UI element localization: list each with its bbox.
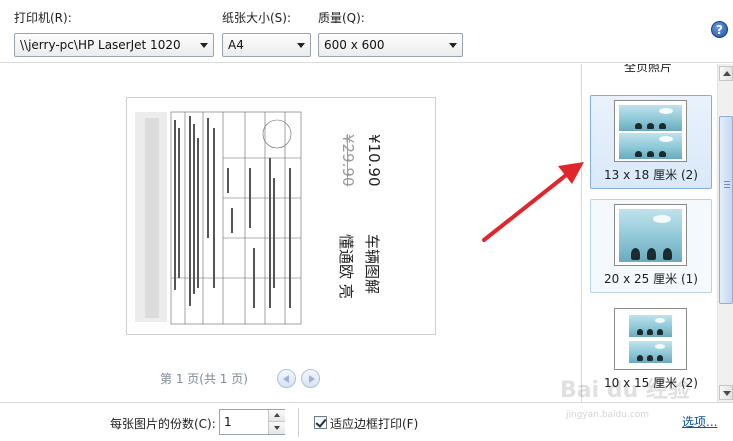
layout-option-label: 20 x 25 厘米 (1)	[604, 272, 698, 286]
layout-list: 全页照片 13 x 18 厘米 (2) 20 x 25 厘米 (1) 10 x …	[581, 64, 733, 402]
arrow-left-icon	[283, 375, 289, 383]
copies-label: 每张图片的份数(C):	[110, 417, 216, 431]
layout-category-title: 全页照片	[624, 64, 673, 74]
print-settings-toolbar: 打印机(R): \\jerry-pc\HP LaserJet 1020 纸张大小…	[0, 0, 733, 63]
layout-thumbnail	[614, 204, 687, 266]
photo-thumbnail	[629, 315, 672, 337]
layout-option-label: 10 x 15 厘米 (2)	[604, 376, 698, 390]
paper-size-label: 纸张大小(S):	[222, 11, 292, 25]
arrow-right-icon	[309, 375, 315, 383]
increment-button[interactable]	[269, 410, 285, 422]
quality-select[interactable]: 600 x 600	[318, 33, 463, 57]
scroll-up-button[interactable]	[719, 66, 733, 81]
chevron-down-icon	[449, 43, 457, 48]
printer-select[interactable]: \\jerry-pc\HP LaserJet 1020	[14, 33, 214, 57]
preview-new-price: ¥10.90	[365, 134, 383, 187]
next-page-button[interactable]	[301, 369, 320, 388]
photo-thumbnail	[619, 133, 682, 159]
annotation-arrow-icon	[482, 162, 584, 242]
previous-page-button[interactable]	[277, 369, 296, 388]
chevron-down-icon	[200, 43, 208, 48]
photo-thumbnail	[619, 105, 682, 131]
layout-list-scrollbar[interactable]	[717, 64, 733, 402]
layout-option-13x18[interactable]: 13 x 18 厘米 (2)	[590, 95, 712, 189]
scrollbar-thumb[interactable]	[719, 116, 733, 304]
divider	[298, 408, 299, 437]
arrow-down-icon	[274, 426, 280, 430]
grip-icon	[724, 181, 730, 190]
preview-title-line1: 懂通欧 亮	[337, 234, 355, 299]
quality-label: 质量(Q):	[318, 11, 365, 25]
layout-thumbnail	[614, 308, 687, 370]
arrow-down-icon	[723, 391, 731, 396]
copies-stepper[interactable]	[268, 410, 285, 434]
layout-option-10x15[interactable]: 10 x 15 厘米 (2)	[590, 303, 712, 397]
arrow-up-icon	[723, 71, 731, 76]
layout-option-20x25[interactable]: 20 x 25 厘米 (1)	[590, 199, 712, 293]
fit-to-frame-label[interactable]: 适应边框打印(F)	[330, 415, 418, 432]
quality-value: 600 x 600	[324, 38, 385, 52]
fit-to-frame-checkbox[interactable]	[314, 416, 327, 429]
options-link[interactable]: 选项...	[682, 413, 717, 430]
decrement-button[interactable]	[269, 422, 285, 434]
paper-size-value: A4	[228, 38, 244, 52]
layout-thumbnail	[614, 100, 687, 162]
photo-thumbnail	[629, 341, 672, 363]
paper-size-select[interactable]: A4	[222, 33, 311, 57]
help-icon[interactable]: ?	[711, 21, 728, 38]
printer-label: 打印机(R):	[14, 11, 72, 25]
bottom-options-bar: 每张图片的份数(C): 1 适应边框打印(F) 选项...	[0, 402, 733, 441]
page-indicator: 第 1 页(共 1 页)	[160, 372, 248, 386]
printer-value: \\jerry-pc\HP LaserJet 1020	[20, 38, 181, 52]
preview-document-image	[135, 111, 302, 325]
scroll-down-button[interactable]	[719, 385, 733, 400]
photo-thumbnail	[619, 209, 682, 262]
arrow-up-icon	[274, 413, 280, 417]
preview-old-price: ¥29.90	[339, 134, 357, 187]
preview-title-line2: 车辆图解	[363, 234, 381, 295]
chevron-down-icon	[297, 43, 305, 48]
preview-page: ¥29.90 ¥10.90 懂通欧 亮 车辆图解	[126, 97, 436, 335]
layout-option-label: 13 x 18 厘米 (2)	[604, 168, 698, 182]
